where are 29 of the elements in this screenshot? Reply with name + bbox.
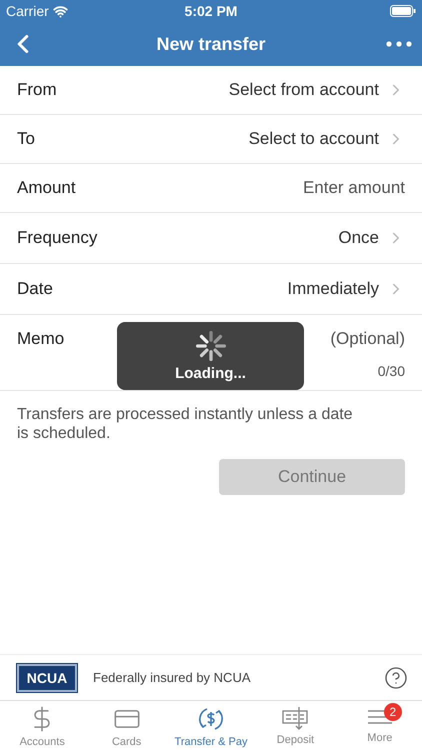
tab[interactable]: Cards: [84, 701, 169, 750]
loading-text: Loading...: [175, 364, 246, 382]
check-deposit-icon: [281, 705, 310, 731]
carrier-name: Carrier: [6, 3, 49, 19]
tab[interactable]: Transfer & Pay: [168, 701, 254, 750]
select-field[interactable]: Once: [338, 228, 405, 248]
field-label: From: [17, 80, 57, 100]
notification-badge: 2: [384, 703, 402, 721]
field-label: Memo: [17, 329, 64, 350]
character-counter: 0/30: [378, 363, 405, 379]
field-label: Date: [17, 279, 53, 299]
battery-icon: [390, 5, 416, 17]
tab[interactable]: More 2: [338, 701, 422, 750]
ncua-logo: NCUA: [17, 664, 77, 692]
tab[interactable]: Accounts: [0, 701, 84, 750]
field-label: To: [17, 129, 35, 149]
spinner-icon: [196, 330, 226, 360]
more-options-button[interactable]: [384, 39, 414, 49]
select-field[interactable]: Immediately: [287, 279, 405, 299]
screen-title: New transfer: [156, 34, 266, 54]
select-field[interactable]: Select from account: [228, 80, 405, 100]
transfer-note: Transfers are processed instantly unless a date is scheduled.: [16, 405, 354, 443]
insurance-text: Federally insured by NCUA: [93, 670, 252, 685]
select-field[interactable]: Select to account: [248, 129, 405, 149]
field-label: Amount: [17, 178, 76, 198]
clock: 5:02 PM: [184, 3, 238, 19]
tab[interactable]: Deposit: [253, 701, 338, 750]
field-label: Frequency: [17, 228, 98, 248]
wifi-icon: [52, 4, 68, 18]
